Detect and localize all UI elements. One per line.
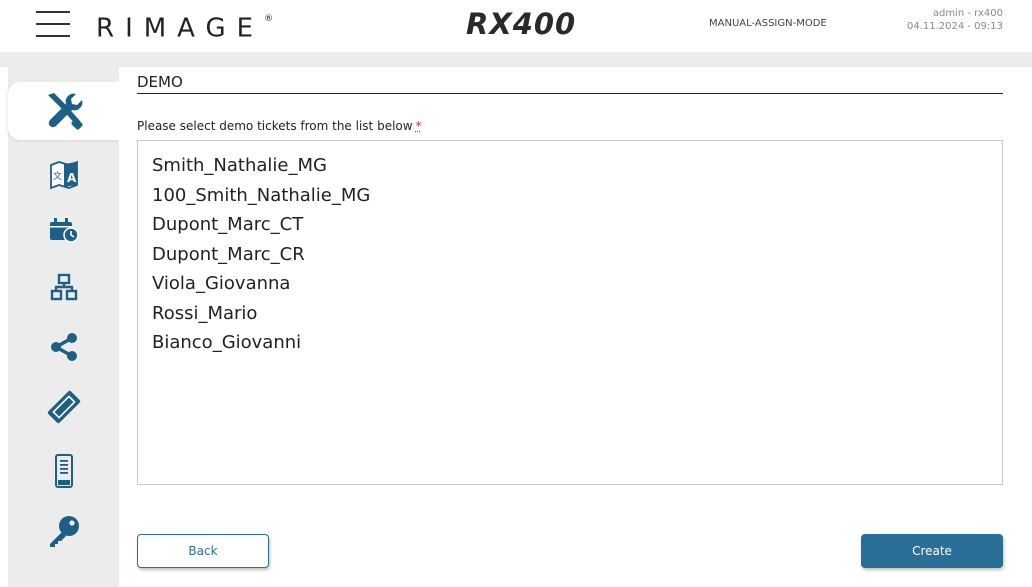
network-icon bbox=[50, 273, 77, 301]
list-item[interactable]: 100_Smith_Nathalie_MG bbox=[152, 181, 1002, 211]
back-button[interactable]: Back bbox=[137, 534, 269, 568]
page-title: DEMO bbox=[137, 73, 183, 91]
sidebar-item-network[interactable] bbox=[8, 258, 119, 316]
header-divider-band bbox=[0, 52, 1032, 67]
prompt-text: Please select demo tickets from the list… bbox=[137, 119, 413, 133]
demo-ticket-list[interactable]: Smith_Nathalie_MG 100_Smith_Nathalie_MG … bbox=[137, 140, 1003, 485]
sidebar-item-share[interactable] bbox=[8, 318, 119, 376]
ticket-icon bbox=[47, 390, 80, 424]
sidebar-item-tools[interactable] bbox=[8, 82, 119, 140]
key-icon bbox=[49, 516, 79, 547]
create-button[interactable]: Create bbox=[861, 534, 1003, 568]
list-item[interactable]: Dupont_Marc_CR bbox=[152, 240, 1002, 270]
required-marker: * bbox=[415, 119, 422, 133]
hamburger-menu-icon[interactable] bbox=[36, 11, 70, 39]
title-divider bbox=[137, 93, 1003, 94]
mode-indicator: MANUAL-ASSIGN-MODE bbox=[709, 18, 827, 29]
calendar-clock-icon bbox=[49, 218, 79, 243]
language-icon: A 文 bbox=[49, 160, 78, 190]
brand-logo: RIMAGE® bbox=[96, 13, 274, 44]
list-item[interactable]: Rossi_Mario bbox=[152, 299, 1002, 329]
list-item[interactable]: Bianco_Giovanni bbox=[152, 328, 1002, 358]
tools-icon bbox=[47, 93, 83, 130]
datetime: 04.11.2024 - 09:13 bbox=[906, 21, 1003, 32]
sidebar-item-device[interactable] bbox=[8, 442, 119, 500]
share-icon bbox=[50, 333, 77, 361]
svg-text:文: 文 bbox=[53, 170, 62, 182]
ticket-options: Smith_Nathalie_MG 100_Smith_Nathalie_MG … bbox=[138, 141, 1002, 358]
list-item[interactable]: Dupont_Marc_CT bbox=[152, 210, 1002, 240]
sidebar-item-schedule[interactable] bbox=[8, 201, 119, 259]
svg-text:A: A bbox=[67, 171, 77, 185]
product-name: RX400 bbox=[466, 7, 577, 41]
app-header: RIMAGE® RX400 MANUAL-ASSIGN-MODE admin -… bbox=[0, 0, 1032, 52]
device-icon bbox=[54, 454, 73, 488]
list-item[interactable]: Smith_Nathalie_MG bbox=[152, 151, 1002, 181]
sidebar-item-tickets[interactable] bbox=[8, 378, 119, 436]
list-item[interactable]: Viola_Giovanna bbox=[152, 269, 1002, 299]
user-info: admin - rx400 04.11.2024 - 09:13 bbox=[907, 7, 1003, 33]
user-name: admin - rx400 bbox=[932, 8, 1003, 19]
list-prompt: Please select demo tickets from the list… bbox=[137, 118, 422, 134]
sidebar-item-key[interactable] bbox=[8, 502, 119, 560]
sidebar-item-language[interactable]: A 文 bbox=[8, 146, 119, 204]
